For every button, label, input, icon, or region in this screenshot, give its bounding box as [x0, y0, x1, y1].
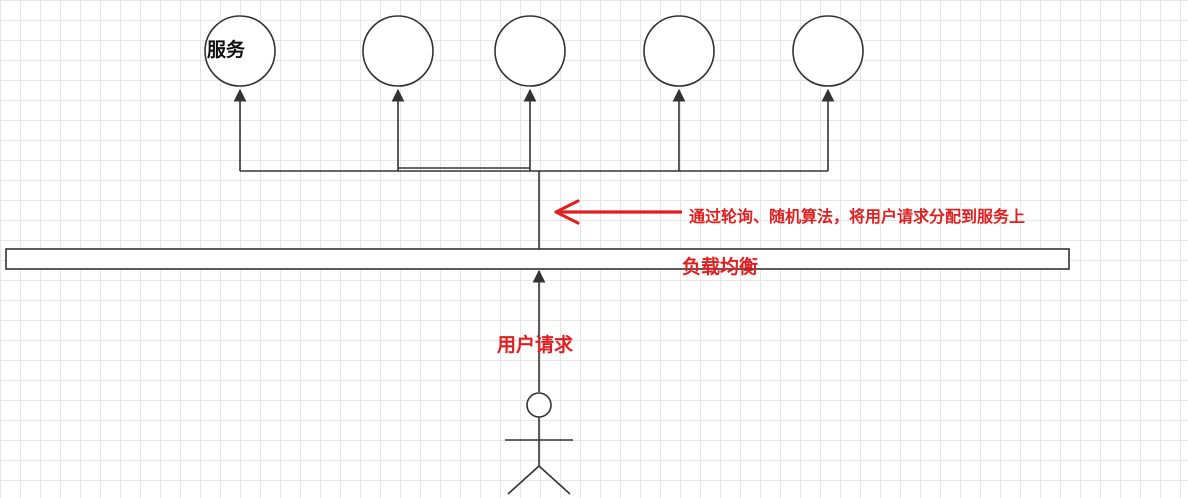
service-node-5	[792, 15, 864, 87]
user-leg-right	[538, 465, 571, 495]
user-leg-left	[507, 465, 540, 495]
user-figure	[505, 392, 573, 495]
service-label: 服务	[207, 39, 246, 61]
service-node-4	[643, 15, 715, 87]
user-head	[526, 392, 552, 418]
service-node-2	[362, 15, 434, 87]
annotation-arrow	[554, 199, 682, 225]
load-balancer-bar	[5, 248, 1070, 270]
load-balancer-label: 负载均衡	[682, 256, 759, 278]
architecture-diagram	[5, 15, 1070, 495]
branch-arrows	[233, 88, 835, 171]
service-nodes	[204, 15, 864, 87]
user-request-label: 用户请求	[497, 334, 574, 356]
algorithm-annotation: 通过轮询、随机算法，将用户请求分配到服务上	[689, 207, 1026, 226]
service-node-3	[494, 15, 566, 87]
